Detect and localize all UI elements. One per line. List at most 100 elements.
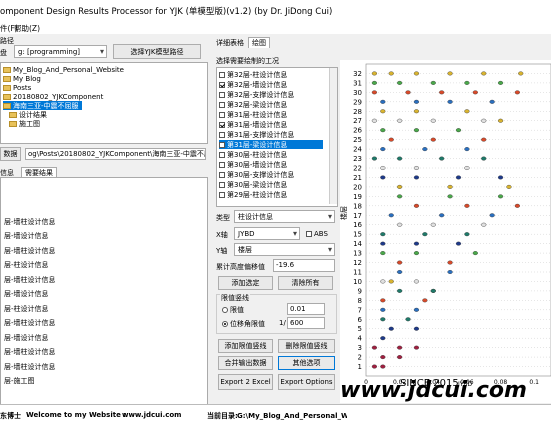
tree-item[interactable]: My Blog xyxy=(3,74,41,83)
checkbox[interactable] xyxy=(219,161,225,168)
case-item[interactable]: 第32层-柱设计信息 xyxy=(219,70,287,79)
list-item[interactable]: 层-墙设计信息 xyxy=(4,288,49,301)
limit-value-field[interactable]: 0.01 xyxy=(287,303,325,315)
abs-checkbox[interactable]: ABS xyxy=(306,229,328,238)
case-item[interactable]: 第32层-支撑设计信息 xyxy=(219,90,294,99)
data-point xyxy=(397,355,403,360)
data-point xyxy=(371,345,378,350)
y-tick-label: 12 xyxy=(353,259,362,267)
tree-item[interactable]: My_Blog_And_Personal_Website xyxy=(3,65,124,74)
data-point xyxy=(397,269,403,274)
clear-all-button[interactable]: 清除所有 xyxy=(278,276,333,290)
list-item[interactable]: 层-柱设计信息 xyxy=(4,259,49,272)
y-tick-label: 5 xyxy=(358,325,362,333)
list-item[interactable]: 层-柱设计信息 xyxy=(4,303,49,316)
checkbox[interactable] xyxy=(219,101,225,108)
case-list[interactable]: 第32层-柱设计信息 第32层-墙设计信息 第32层-支撑设计信息 第32层-梁… xyxy=(216,67,338,207)
list-item[interactable]: 层-墙设计信息 xyxy=(4,332,49,345)
y-tick-label: 22 xyxy=(353,165,362,173)
merge-output-button[interactable]: 合并输出数据 xyxy=(218,356,273,370)
radio[interactable] xyxy=(222,306,228,313)
tab-detail-table[interactable]: 详细表格 xyxy=(216,38,244,48)
list-item[interactable]: 层-墙柱设计信息 xyxy=(4,216,56,229)
data-point xyxy=(380,232,386,237)
tree-item[interactable]: Posts xyxy=(3,83,31,92)
scatter-chart[interactable]: 1234567891011121314151617181920212223242… xyxy=(340,60,551,403)
delete-limit-line-button[interactable]: 删除限值竖线 xyxy=(278,339,335,353)
list-item[interactable]: 层-墙柱设计信息 xyxy=(4,361,56,374)
data-point xyxy=(422,298,428,303)
export-excel-button[interactable]: Export 2 Excel xyxy=(218,374,273,390)
list-item[interactable]: 层-墙柱设计信息 xyxy=(4,245,56,258)
data-point xyxy=(371,156,378,161)
case-item[interactable]: 第32层-墙设计信息 xyxy=(219,80,287,89)
data-point xyxy=(455,175,462,180)
folder-tree[interactable]: My_Blog_And_Personal_Website My Blog Pos… xyxy=(0,62,208,144)
checkbox[interactable] xyxy=(306,230,312,237)
read-data-button[interactable]: 数据 xyxy=(0,147,21,161)
data-point xyxy=(380,109,386,114)
checkbox[interactable] xyxy=(219,91,225,98)
export-options-button[interactable]: Export Options xyxy=(278,374,335,390)
add-limit-line-button[interactable]: 添加限值竖线 xyxy=(218,339,273,353)
y-axis-select[interactable]: 楼层 xyxy=(234,243,335,256)
case-item[interactable]: 第32层-梁设计信息 xyxy=(219,100,287,109)
x-axis-select[interactable]: JYBD xyxy=(234,227,300,240)
checkbox[interactable] xyxy=(219,151,225,158)
checkbox[interactable] xyxy=(219,81,225,88)
ratio-value-field[interactable]: 600 xyxy=(287,317,325,329)
y-tick-label: 27 xyxy=(353,117,362,125)
radio[interactable] xyxy=(222,320,228,327)
data-point xyxy=(430,118,436,123)
tree-item[interactable]: 施工图 xyxy=(9,119,40,128)
case-item[interactable]: 第29层-柱设计信息 xyxy=(219,190,287,199)
list-item[interactable]: 层-墙柱设计信息 xyxy=(4,274,56,287)
folder-icon xyxy=(3,84,11,91)
checkbox[interactable] xyxy=(219,191,225,198)
data-point xyxy=(497,118,504,123)
limit-radio[interactable]: 限值 xyxy=(222,305,244,314)
checkbox[interactable] xyxy=(219,171,225,178)
list-item[interactable]: 层-墙设计信息 xyxy=(4,230,49,243)
case-item[interactable]: 第31层-墙设计信息 xyxy=(219,120,287,129)
case-list-scrollbar[interactable] xyxy=(329,68,337,204)
list-item[interactable]: 层-施工图 xyxy=(4,375,35,388)
y-tick-label: 7 xyxy=(358,306,362,314)
data-point xyxy=(371,80,378,85)
checkbox[interactable] xyxy=(219,111,225,118)
path-field[interactable]: og\Posts\20180802_YJKComponent\海南三亚-中震不屈… xyxy=(25,148,206,160)
case-item-selected[interactable]: 第31层-梁设计信息 xyxy=(219,140,323,149)
case-item[interactable]: 第30层-支撑设计信息 xyxy=(219,170,294,179)
status-dir-value: G:\My_Blog_And_Personal_Website\My Blog\… xyxy=(237,412,347,420)
checkbox[interactable] xyxy=(219,181,225,188)
ratio-radio[interactable]: 位移角限值 xyxy=(222,319,265,328)
data-point xyxy=(413,109,420,114)
status-website[interactable]: www.jdcui.com xyxy=(122,411,181,419)
result-list[interactable]: 层-墙柱设计信息 层-墙设计信息 层-墙柱设计信息 层-柱设计信息 层-墙柱设计… xyxy=(0,177,208,405)
menu-help[interactable]: 帮助(Z) xyxy=(14,23,40,34)
list-item[interactable]: 层-墙柱设计信息 xyxy=(4,317,56,330)
tab-plot[interactable]: 绘图 xyxy=(248,37,270,48)
case-item[interactable]: 第31层-支撑设计信息 xyxy=(219,130,294,139)
select-model-path-button[interactable]: 选择YJK模型路径 xyxy=(113,44,201,59)
case-item[interactable]: 第30层-梁设计信息 xyxy=(219,180,287,189)
checkbox[interactable] xyxy=(219,71,225,78)
case-item[interactable]: 第30层-柱设计信息 xyxy=(219,150,287,159)
list-item[interactable]: 层-墙柱设计信息 xyxy=(4,346,56,359)
offset-field[interactable]: -19.6 xyxy=(273,259,335,272)
y-axis-label: Y轴 xyxy=(216,247,228,255)
checkbox[interactable] xyxy=(219,131,225,138)
checkbox[interactable] xyxy=(219,141,225,148)
other-options-button[interactable]: 其他选项 xyxy=(278,356,335,370)
add-selected-button[interactable]: 添加选定 xyxy=(218,276,273,290)
data-point xyxy=(371,90,378,95)
case-item[interactable]: 第30层-墙设计信息 xyxy=(219,160,287,169)
data-point xyxy=(388,213,394,218)
drive-select[interactable]: g: [programming] xyxy=(14,45,107,58)
data-point xyxy=(371,71,378,76)
type-select[interactable]: 柱设计信息 xyxy=(234,210,335,223)
data-point xyxy=(380,355,386,360)
case-item[interactable]: 第31层-柱设计信息 xyxy=(219,110,287,119)
checkbox[interactable] xyxy=(219,121,225,128)
data-point xyxy=(430,80,436,85)
